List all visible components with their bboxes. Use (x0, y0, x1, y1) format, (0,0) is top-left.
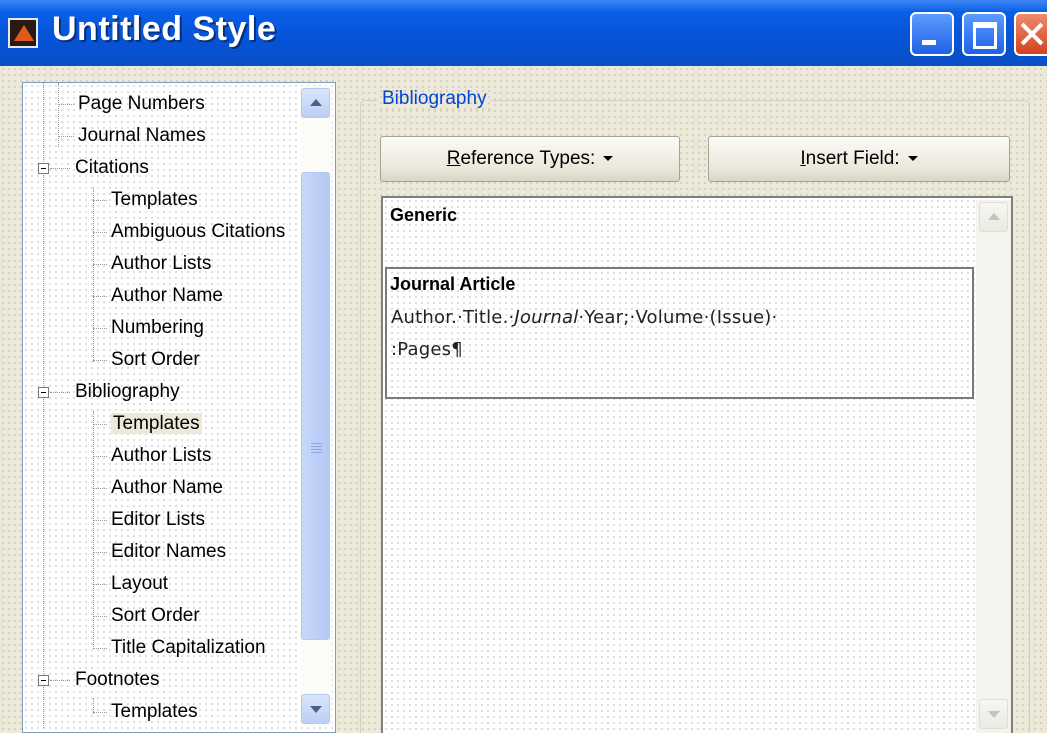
tree-item-label: Author Lists (111, 253, 212, 274)
tree-item-label: Templates (111, 701, 198, 722)
tree-item[interactable]: Numbering (111, 313, 204, 343)
editor-scroll-up-button[interactable] (979, 202, 1008, 232)
field-title[interactable]: Title. (463, 307, 509, 328)
tree-node-footnotes[interactable]: Footnotes (75, 665, 160, 695)
bibliography-group-label: Bibliography (378, 88, 491, 110)
reference-types-button[interactable]: Reference Types: (380, 136, 680, 182)
tree-item[interactable]: Templates (111, 697, 198, 727)
tree-item[interactable]: Journal Names (78, 121, 206, 151)
tree-item-label: Templates (111, 413, 202, 434)
tree-item-label: Citations (75, 157, 149, 178)
close-button[interactable] (1014, 12, 1047, 56)
tree-item[interactable]: Editor Names (111, 537, 226, 567)
tree-item[interactable]: Author Lists (111, 249, 211, 279)
tree-item[interactable]: Title Capitalization (111, 633, 266, 663)
field-issue[interactable]: (Issue) (710, 307, 772, 328)
field-author[interactable]: Author. (391, 307, 457, 328)
tree-item[interactable]: Editor Lists (111, 505, 205, 535)
tree-item-label: Author Lists (111, 445, 212, 466)
editor-scrollbar[interactable] (976, 200, 1011, 733)
tree-item[interactable]: Sort Order (111, 601, 200, 631)
dropdown-arrow-icon (603, 156, 614, 162)
title-bar[interactable]: Untitled Style (0, 0, 1047, 66)
tree-item[interactable]: Page Numbers (78, 89, 205, 119)
field-volume[interactable]: Volume (635, 307, 703, 328)
field-pages[interactable]: :Pages¶ (391, 339, 463, 360)
tree-item-label: Sort Order (111, 349, 200, 370)
tree-item[interactable]: Ambiguous Citations (111, 217, 285, 247)
journal-article-template-line[interactable]: Author.·Title.·Journal·Year;·Volume·(Iss… (391, 307, 777, 328)
generic-template-heading[interactable]: Generic (390, 205, 457, 226)
style-tree[interactable]: Page Numbers Journal Names Citations Templa… (22, 82, 336, 733)
tree-item-label: Templates (111, 189, 198, 210)
tree-item-label: Journal Names (78, 125, 206, 146)
insert-field-button[interactable]: Insert Field: (708, 136, 1010, 182)
tree-item-label: Author Name (111, 477, 223, 498)
collapse-icon[interactable] (38, 387, 49, 398)
window-title: Untitled Style (52, 10, 277, 48)
reference-types-label: eference Types: (460, 148, 596, 169)
app-logo-icon[interactable] (8, 18, 38, 48)
collapse-icon[interactable] (38, 163, 49, 174)
tree-item-label: Sort Order (111, 605, 200, 626)
tree-item[interactable]: Sort Order (111, 345, 200, 375)
tree-node-citations[interactable]: Citations (75, 153, 149, 183)
tree-item-label: Author Name (111, 285, 223, 306)
minimize-button[interactable] (910, 12, 954, 56)
field-year[interactable]: Year; (584, 307, 629, 328)
tree-item[interactable]: Author Name (111, 281, 223, 311)
tree-item-label: Ambiguous Citations (111, 221, 286, 242)
journal-article-template[interactable]: Journal Article Author.·Title.·Journal·Y… (385, 267, 974, 399)
tree-item-label: Editor Names (111, 541, 227, 562)
insert-field-label: nsert Field: (805, 148, 900, 169)
tree-scroll-down-button[interactable] (301, 694, 330, 724)
field-journal[interactable]: Journal (514, 307, 578, 328)
reference-types-accelerator: R (446, 148, 461, 169)
tree-item[interactable]: Templates (111, 409, 202, 439)
tree-item-label: Layout (111, 573, 169, 594)
tree-scroll-thumb[interactable] (301, 172, 330, 640)
collapse-icon[interactable] (38, 675, 49, 686)
tree-item[interactable]: Layout (111, 569, 168, 599)
journal-article-template-line[interactable]: :Pages¶ (391, 339, 463, 360)
tree-item[interactable]: Author Name (111, 473, 223, 503)
tree-item-label: Numbering (111, 317, 204, 338)
tree-item[interactable]: Author Lists (111, 441, 211, 471)
tree-node-bibliography[interactable]: Bibliography (75, 377, 180, 407)
journal-article-heading: Journal Article (390, 274, 516, 294)
editor-scroll-down-button[interactable] (979, 699, 1008, 729)
tree-item-label: Bibliography (75, 381, 180, 402)
tree-scrollbar[interactable] (300, 86, 332, 726)
tree-item[interactable]: Templates (111, 185, 198, 215)
tree-item-label: Page Numbers (78, 93, 205, 114)
maximize-button[interactable] (962, 12, 1006, 56)
tree-item-label: Footnotes (75, 669, 160, 690)
tree-item-label: Title Capitalization (111, 637, 266, 658)
dropdown-arrow-icon (907, 156, 918, 162)
tree-item-label: Editor Lists (111, 509, 205, 530)
tree-scroll-up-button[interactable] (301, 88, 330, 118)
